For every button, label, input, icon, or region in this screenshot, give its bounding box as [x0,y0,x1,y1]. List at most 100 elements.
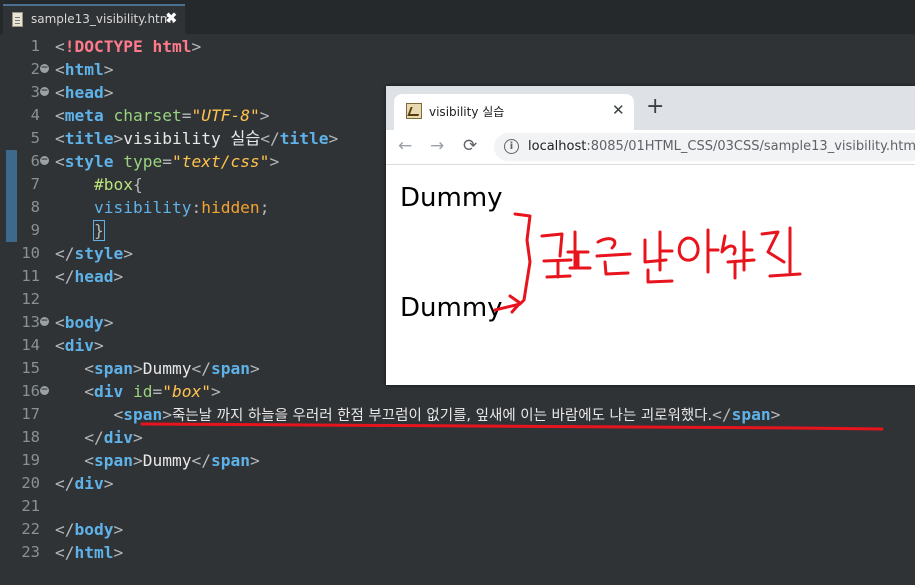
fold-toggle-icon[interactable]: − [40,87,49,96]
token-tag: span [210,359,250,378]
token: < [55,83,65,102]
address-bar[interactable]: i localhost:8085/01HTML_CSS/03CSS/sample… [494,133,915,161]
token: = [162,152,172,171]
token: > [113,129,124,148]
token: ; [259,198,270,217]
fold-toggle-icon[interactable]: − [40,317,49,326]
token-tag: div [74,474,104,493]
html-file-icon [12,12,23,27]
code-line-3: <head> [55,81,113,104]
token: > [133,428,143,447]
fold-toggle-icon[interactable]: − [40,64,49,73]
token: </ [260,129,280,148]
line-number: 20 [21,474,40,492]
token-selector: #box [93,175,133,194]
token-string: "UTF-8" [191,106,260,125]
editor-tab-sample13[interactable]: sample13_visibility.html ✖ [3,4,185,34]
code-line-15: <span>Dummy</span> [55,357,259,380]
token-doctype: !DOCTYPE [64,37,143,56]
back-arrow-icon[interactable]: ← [398,135,412,157]
line-number: 4 [30,106,40,124]
line-number: 9 [30,221,40,239]
token-text: Dummy [142,359,192,378]
token: </ [55,543,75,562]
browser-tab-close-icon[interactable]: ✕ [612,101,625,119]
line-number: 11 [21,267,40,285]
token: < [84,359,94,378]
line-number: 17 [21,405,40,423]
token-tag: body [64,313,104,332]
reload-icon[interactable]: ⟳ [463,135,477,157]
token: < [55,60,65,79]
line-number: 10 [21,244,40,262]
token-text: 죽는날 까지 하늘을 우러러 한점 부끄럼이 없기를, 잎새에 이는 바람에도 … [171,408,713,424]
token-tag: span [210,451,250,470]
token: > [113,543,124,562]
token: < [55,152,65,171]
token-doctype: html [152,37,192,56]
browser-tab[interactable]: visibility 실습 ✕ [394,94,634,130]
token-tag: head [74,267,114,286]
line-number: 16 [21,382,40,400]
token-matching-brace: } [93,220,105,241]
code-line-8: visibility:hidden; [55,196,269,219]
token-tag: style [74,244,124,263]
token-tag: style [64,152,114,171]
token-tag: div [94,382,124,401]
line-number: 12 [21,290,40,308]
token: > [328,129,339,148]
forward-arrow-icon[interactable]: → [430,135,444,157]
token-tag: title [279,129,329,148]
token-property: visibility [93,198,192,217]
line-number: 22 [21,520,40,538]
editor-tab-close-icon[interactable]: ✖ [165,9,178,27]
code-line-14: <div> [55,334,104,357]
token-attr: charset [113,106,182,125]
token: > [94,336,104,355]
token-string: "text/css" [171,152,270,171]
new-tab-button[interactable]: + [646,96,664,118]
token-tag: span [731,405,771,424]
token: > [162,405,172,424]
code-line-6: <style type="text/css"> [55,150,279,173]
token: > [210,382,221,401]
fold-toggle-icon[interactable]: − [40,156,49,165]
browser-window: visibility 실습 ✕ + ← → ⟳ i localhost:8085… [386,86,915,385]
token: > [123,244,133,263]
token: </ [191,359,211,378]
browser-tab-title: visibility 실습 [429,105,505,119]
token: < [84,451,94,470]
code-line-23: </html> [55,541,123,564]
line-number: 2 [30,60,40,78]
token: > [103,60,114,79]
site-info-icon[interactable]: i [504,139,519,154]
token: </ [55,520,75,539]
line-number: 13 [21,313,40,331]
dummy-text-first: Dummy [400,183,503,213]
favicon-icon [406,103,422,119]
token: > [113,267,124,286]
code-line-16: <div id="box"> [55,380,221,403]
line-number: 6 [30,152,40,170]
line-number: 21 [21,497,40,515]
token: > [259,106,270,125]
token-tag: html [64,60,104,79]
token: </ [712,405,732,424]
code-line-19: <span>Dummy</span> [55,449,259,472]
url-path: :8085/01HTML_CSS/03CSS/sample13_visibili… [586,139,915,154]
token: > [113,520,124,539]
token: < [55,336,65,355]
token-tag: span [94,451,133,470]
code-line-4: <meta charset="UTF-8"> [55,104,269,127]
fold-toggle-icon[interactable]: − [40,386,49,395]
token-tag: meta [64,106,104,125]
url-host: localhost [528,139,587,154]
line-number: 15 [21,359,40,377]
token: > [103,313,114,332]
token: > [191,37,202,56]
line-number: 7 [30,175,40,193]
token: < [55,106,65,125]
token: > [132,359,143,378]
token-tag: html [74,543,114,562]
code-line-10: </style> [55,242,133,265]
